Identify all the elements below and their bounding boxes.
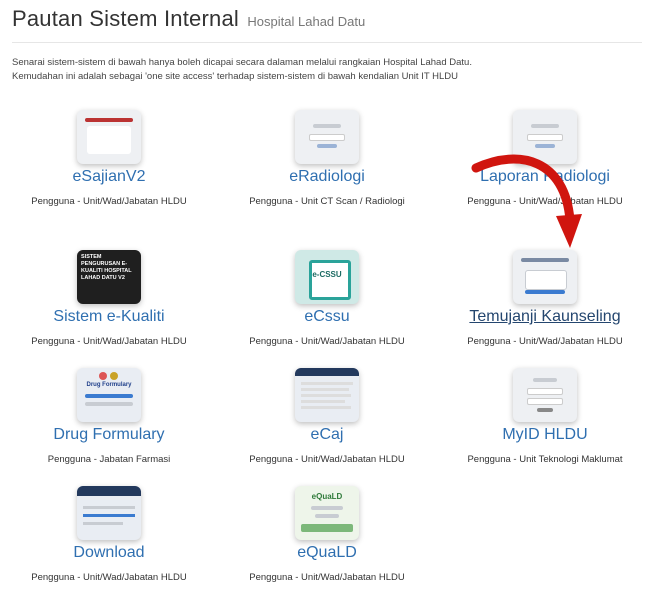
system-link-download[interactable]: Download <box>0 544 218 562</box>
system-link-ecaj[interactable]: eCaj <box>218 426 436 444</box>
intro-line-2: Kemudahan ini adalah sebagai 'one site a… <box>12 71 458 82</box>
system-card-ecaj[interactable]: eCaj Pengguna - Unit/Wad/Jabatan HLDU <box>218 358 436 476</box>
esajian-thumbnail-icon[interactable] <box>77 110 141 164</box>
download-thumbnail-icon[interactable] <box>77 486 141 540</box>
system-card-drug-formulary[interactable]: Drug Formulary Drug Formulary Pengguna -… <box>0 358 218 476</box>
ecaj-thumbnail-icon[interactable] <box>295 368 359 422</box>
system-users-eradiologi: Pengguna - Unit CT Scan / Radiologi <box>249 196 405 207</box>
system-card-esajianv2[interactable]: eSajianV2 Pengguna - Unit/Wad/Jabatan HL… <box>0 100 218 218</box>
ecssu-thumbnail-text: e-CSSU <box>312 270 342 279</box>
system-link-equald[interactable]: eQuaLD <box>218 544 436 562</box>
system-link-esajianv2[interactable]: eSajianV2 <box>0 168 218 186</box>
system-card-download[interactable]: Download Pengguna - Unit/Wad/Jabatan HLD… <box>0 476 218 594</box>
system-users-drug-formulary: Pengguna - Jabatan Farmasi <box>47 454 171 465</box>
ecssu-thumbnail-icon[interactable]: e-CSSU <box>295 250 359 304</box>
ekualiti-thumbnail-text: SISTEM PENGURUSAN E-KUALITI HOSPITAL LAH… <box>81 254 132 281</box>
system-link-ekualiti[interactable]: Sistem e-Kualiti <box>0 308 218 326</box>
system-users-ecssu: Pengguna - Unit/Wad/Jabatan HLDU <box>249 336 405 347</box>
system-users-ecaj: Pengguna - Unit/Wad/Jabatan HLDU <box>249 454 405 465</box>
system-users-download: Pengguna - Unit/Wad/Jabatan HLDU <box>31 572 187 583</box>
system-link-temujanji-kaunseling[interactable]: Temujanji Kaunseling <box>436 308 654 326</box>
system-card-equald[interactable]: eQuaLD eQuaLD Pengguna - Unit/Wad/Jabata… <box>218 476 436 594</box>
system-users-ekualiti: Pengguna - Unit/Wad/Jabatan HLDU <box>31 336 187 347</box>
system-users-esajianv2: Pengguna - Unit/Wad/Jabatan HLDU <box>31 196 187 207</box>
equald-thumbnail-icon[interactable]: eQuaLD <box>295 486 359 540</box>
eradiologi-thumbnail-icon[interactable] <box>295 110 359 164</box>
system-link-drug-formulary[interactable]: Drug Formulary <box>0 426 218 444</box>
drug-formulary-thumbnail-icon[interactable]: Drug Formulary <box>77 368 141 422</box>
system-link-eradiologi[interactable]: eRadiologi <box>218 168 436 186</box>
system-link-myid-hldu[interactable]: MyID HLDU <box>436 426 654 444</box>
page-subtitle: Hospital Lahad Datu <box>247 14 366 29</box>
equald-thumbnail-text: eQuaLD <box>311 492 343 501</box>
curved-arrow-icon <box>471 154 582 248</box>
intro-text: Senarai sistem-sistem di bawah hanya bol… <box>12 56 642 84</box>
system-card-ekualiti[interactable]: SISTEM PENGURUSAN E-KUALITI HOSPITAL LAH… <box>0 240 218 358</box>
system-card-eradiologi[interactable]: eRadiologi Pengguna - Unit CT Scan / Rad… <box>218 100 436 218</box>
system-card-ecssu[interactable]: e-CSSU eCssu Pengguna - Unit/Wad/Jabatan… <box>218 240 436 358</box>
system-link-ecssu[interactable]: eCssu <box>218 308 436 326</box>
system-users-myid-hldu: Pengguna - Unit Teknologi Maklumat <box>467 454 623 465</box>
drug-formulary-thumbnail-text: Drug Formulary <box>86 382 132 388</box>
system-users-equald: Pengguna - Unit/Wad/Jabatan HLDU <box>249 572 405 583</box>
myid-thumbnail-icon[interactable] <box>513 368 577 422</box>
ekualiti-thumbnail-icon[interactable]: SISTEM PENGURUSAN E-KUALITI HOSPITAL LAH… <box>77 250 141 304</box>
page-header: Pautan Sistem Internal Hospital Lahad Da… <box>12 6 642 43</box>
system-users-temujanji-kaunseling: Pengguna - Unit/Wad/Jabatan HLDU <box>467 336 623 347</box>
intro-line-1: Senarai sistem-sistem di bawah hanya bol… <box>12 57 472 68</box>
system-card-myid-hldu[interactable]: MyID HLDU Pengguna - Unit Teknologi Makl… <box>436 358 654 476</box>
page-title: Pautan Sistem Internal <box>12 6 239 31</box>
